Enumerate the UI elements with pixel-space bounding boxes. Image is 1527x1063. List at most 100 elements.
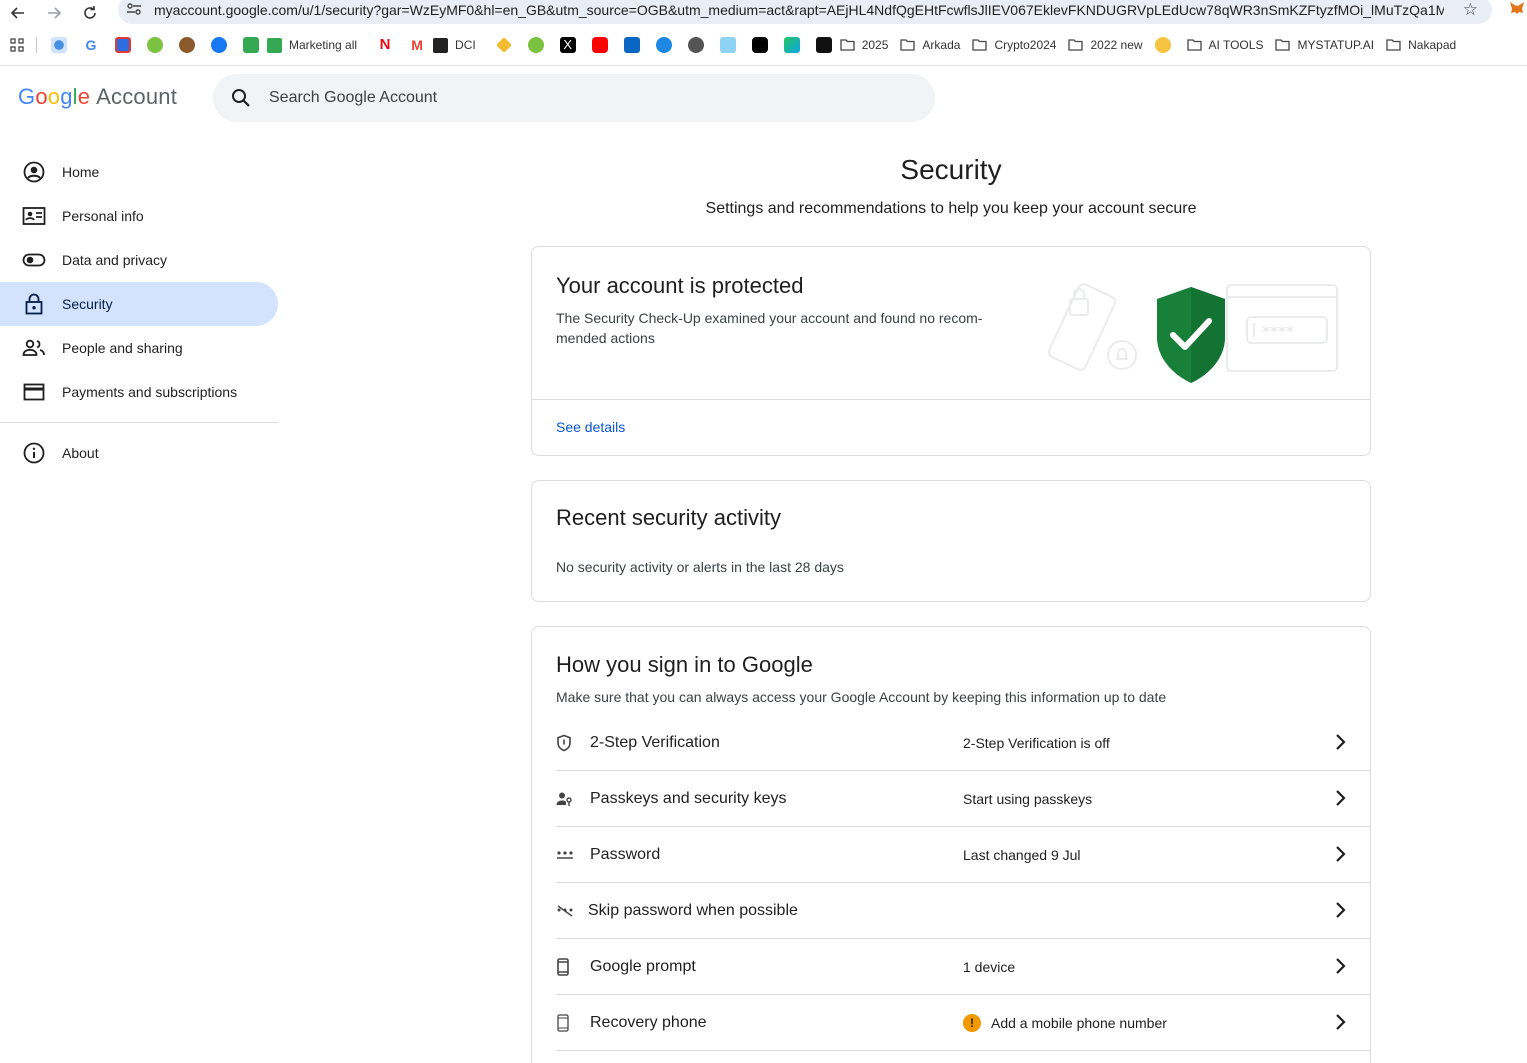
bookmark-black-icon[interactable] bbox=[751, 37, 768, 53]
bookmark-crest-icon[interactable] bbox=[1154, 37, 1171, 53]
bookmark-folder[interactable]: AI TOOLS bbox=[1186, 38, 1263, 52]
credit-card-icon bbox=[22, 380, 46, 404]
row-value-wrap: ! Add a mobile phone number bbox=[963, 1013, 1167, 1032]
bookmark-d-icon[interactable] bbox=[115, 37, 131, 53]
bookmark-label: MYSTATUP.AI bbox=[1297, 38, 1375, 52]
bookmark-blue-circle-icon[interactable] bbox=[655, 37, 672, 53]
bookmark-sheets-icon[interactable] bbox=[243, 37, 259, 53]
row-value: Last changed 9 Jul bbox=[963, 846, 1081, 863]
bookmark-brown-icon[interactable] bbox=[179, 37, 195, 53]
browser-toolbar: myaccount.google.com/u/1/security?gar=Wz… bbox=[0, 0, 1527, 26]
site-settings-icon[interactable] bbox=[126, 2, 148, 19]
bookmark-dci[interactable]: DCI bbox=[433, 37, 476, 53]
back-button[interactable] bbox=[0, 0, 36, 26]
bookmark-label: Marketing all bbox=[289, 38, 358, 52]
row-label: Skip password when possible bbox=[588, 901, 798, 919]
sign-in-options-list: 2-Step Verification 2-Step Verification … bbox=[556, 715, 1370, 1051]
bookmark-label: 2025 bbox=[861, 38, 889, 52]
bookmark-facebook-icon[interactable] bbox=[211, 37, 227, 53]
security-shield-illustration: **** bbox=[1047, 283, 1338, 383]
shield-icon bbox=[556, 734, 590, 752]
search-input[interactable]: Search Google Account bbox=[213, 74, 935, 122]
sidebar-item-payments[interactable]: Payments and subscriptions bbox=[0, 370, 278, 414]
apps-grid-icon[interactable] bbox=[10, 38, 24, 52]
bookmark-folder[interactable]: 2025 bbox=[840, 38, 889, 52]
sidebar-item-personal-info[interactable]: Personal info bbox=[0, 194, 278, 238]
google-wordmark: Google bbox=[18, 84, 90, 109]
metamask-extension-icon[interactable] bbox=[1509, 0, 1525, 16]
row-value: 2-Step Verification is off bbox=[963, 734, 1110, 751]
bookmark-green2-icon[interactable] bbox=[527, 37, 544, 53]
google-letter: G bbox=[18, 84, 36, 109]
row-recovery-phone[interactable]: Recovery phone ! Add a mobile phone numb… bbox=[556, 995, 1370, 1051]
bookmark-folder[interactable]: Nakapad bbox=[1386, 38, 1456, 52]
google-account-logo[interactable]: Google Account bbox=[18, 84, 177, 110]
address-bar[interactable]: myaccount.google.com/u/1/security?gar=Wz… bbox=[118, 0, 1492, 24]
bookmark-folder[interactable]: 2022 new bbox=[1068, 38, 1143, 52]
info-icon bbox=[22, 441, 46, 465]
bookmark-web-icon[interactable] bbox=[687, 37, 704, 53]
phone-outline-icon bbox=[556, 1013, 590, 1032]
sign-in-card: How you sign in to Google Make sure that… bbox=[531, 626, 1371, 1063]
folder-icon bbox=[1275, 39, 1291, 51]
bookmark-label: DCI bbox=[455, 38, 476, 52]
bookmark-x-icon[interactable]: X bbox=[559, 37, 576, 53]
toggle-icon bbox=[22, 248, 46, 272]
dci-icon bbox=[433, 37, 449, 53]
bookmark-marketing[interactable]: Marketing all bbox=[267, 37, 358, 53]
reload-button[interactable] bbox=[72, 0, 108, 26]
row-2-step-verification[interactable]: 2-Step Verification 2-Step Verification … bbox=[556, 715, 1370, 771]
bookmark-netflix-icon[interactable]: N bbox=[377, 37, 394, 53]
bookmark-youtube-icon[interactable] bbox=[591, 37, 608, 53]
bookmark-stripes-icon[interactable] bbox=[783, 37, 800, 53]
see-details-link[interactable]: See details bbox=[556, 419, 625, 435]
warning-icon: ! bbox=[963, 1013, 981, 1032]
card-divider bbox=[532, 399, 1370, 400]
row-passkeys[interactable]: Passkeys and security keys Start using p… bbox=[556, 771, 1370, 827]
password-dots-icon bbox=[556, 850, 590, 860]
folder-icon bbox=[972, 39, 988, 51]
sidebar-item-label: Security bbox=[62, 296, 113, 312]
search-icon[interactable] bbox=[213, 88, 269, 108]
sidebar-item-people-sharing[interactable]: People and sharing bbox=[0, 326, 278, 370]
row-label: Passkeys and security keys bbox=[590, 789, 787, 807]
bookmark-chart-icon[interactable] bbox=[719, 37, 736, 53]
chevron-right-icon bbox=[1336, 846, 1346, 862]
card-description: Make sure that you can always access you… bbox=[556, 689, 1167, 705]
bookmark-folder[interactable]: Arkada bbox=[900, 38, 960, 52]
bookmark-folder[interactable]: MYSTATUP.AI bbox=[1275, 38, 1374, 52]
account-protected-card: Your account is protected The Security C… bbox=[531, 246, 1371, 456]
sidebar-item-home[interactable]: Home bbox=[0, 150, 278, 194]
row-skip-password[interactable]: Skip password when possible bbox=[556, 883, 1370, 939]
bookmark-folder[interactable]: Crypto2024 bbox=[972, 38, 1056, 52]
sidebar-item-label: Data and privacy bbox=[62, 252, 168, 268]
row-google-prompt[interactable]: Google prompt 1 device bbox=[556, 939, 1370, 995]
sidebar-item-security[interactable]: Security bbox=[0, 282, 278, 326]
chevron-right-icon bbox=[1336, 790, 1346, 806]
bookmark-label: Nakapad bbox=[1408, 38, 1457, 52]
bookmark-google-icon[interactable]: G bbox=[83, 37, 99, 53]
sidebar-divider bbox=[0, 422, 278, 423]
url-text[interactable]: myaccount.google.com/u/1/security?gar=Wz… bbox=[154, 2, 1444, 18]
bookmark-puzzle-icon[interactable] bbox=[815, 37, 832, 53]
password-off-icon bbox=[556, 904, 588, 917]
bookmark-globe-icon[interactable] bbox=[51, 37, 67, 53]
row-value: Add a mobile phone number bbox=[991, 1014, 1167, 1031]
bookmark-star-icon[interactable]: ☆ bbox=[1463, 0, 1478, 20]
bookmark-label: Arkada bbox=[922, 38, 961, 52]
row-password[interactable]: Password Last changed 9 Jul bbox=[556, 827, 1370, 883]
bookmark-green-icon[interactable] bbox=[147, 37, 163, 53]
sidebar-item-about[interactable]: About bbox=[0, 431, 278, 475]
people-icon bbox=[22, 336, 46, 360]
sidebar-item-data-privacy[interactable]: Data and privacy bbox=[0, 238, 278, 282]
account-wordmark: Account bbox=[96, 84, 178, 109]
bookmark-label: 2022 new bbox=[1090, 38, 1143, 52]
bookmark-linkedin-icon[interactable] bbox=[623, 37, 640, 53]
folder-icon bbox=[1386, 39, 1401, 51]
folder-icon bbox=[1068, 39, 1084, 51]
sidebar-item-label: About bbox=[62, 445, 99, 461]
forward-button[interactable] bbox=[36, 0, 72, 26]
card-title: Your account is protected bbox=[556, 273, 804, 298]
bookmark-gmail-icon[interactable]: M bbox=[409, 37, 426, 53]
bookmark-binance-icon[interactable] bbox=[495, 37, 512, 53]
